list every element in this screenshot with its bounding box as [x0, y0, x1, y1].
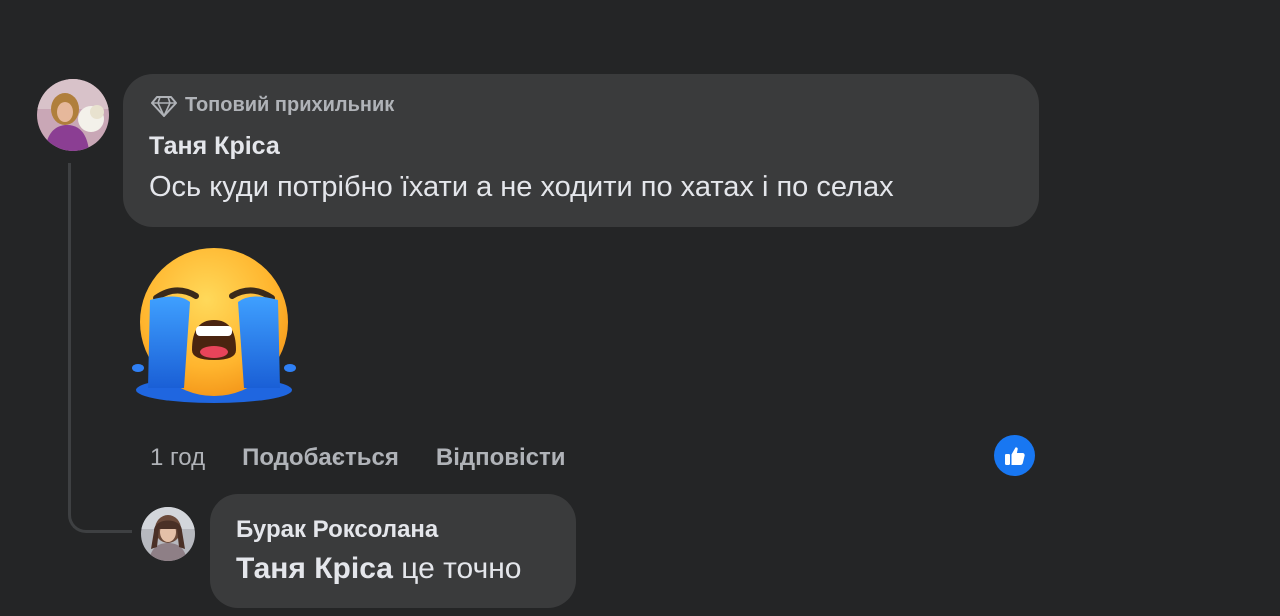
- avatar[interactable]: [141, 507, 195, 561]
- reply-bubble: Бурак Роксолана Таня Кріса це точно: [210, 494, 576, 608]
- diamond-icon: [151, 95, 177, 117]
- thread-line: [68, 163, 71, 515]
- thread-connector: [68, 513, 132, 533]
- reaction-badge[interactable]: [994, 435, 1035, 476]
- reply-text: Таня Кріса це точно: [236, 552, 521, 586]
- mention-link[interactable]: Таня Кріса: [236, 552, 393, 585]
- comment-timestamp[interactable]: 1 год: [150, 444, 205, 472]
- reply-body: це точно: [401, 552, 522, 585]
- comment-text: Ось куди потрібно їхати а не ходити по х…: [149, 171, 894, 203]
- reply-author[interactable]: Бурак Роксолана: [236, 516, 438, 544]
- top-fan-badge: Топовий прихильник: [151, 94, 394, 117]
- badge-label: Топовий прихильник: [185, 94, 395, 116]
- thumbs-up-icon: [1004, 446, 1025, 465]
- reply-button[interactable]: Відповісти: [436, 444, 566, 472]
- avatar[interactable]: [37, 79, 109, 151]
- comment-author[interactable]: Таня Кріса: [149, 132, 280, 161]
- like-button[interactable]: Подобається: [242, 444, 399, 472]
- comment-actions: 1 год Подобається Відповісти: [150, 440, 603, 476]
- loudly-crying-face-emoji: [128, 248, 300, 408]
- comment-bubble: Топовий прихильник Таня Кріса Ось куди п…: [123, 74, 1039, 227]
- comments-section: Топовий прихильник Таня Кріса Ось куди п…: [0, 0, 1280, 616]
